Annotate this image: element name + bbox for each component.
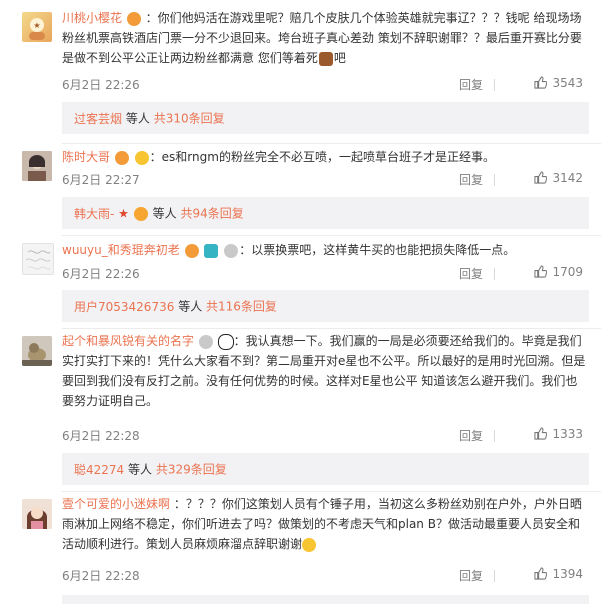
horse-emoji-icon [318, 51, 333, 66]
thumbs-up-icon [534, 265, 548, 278]
thumbs-up-icon [534, 76, 548, 89]
comment-time: 6月2日 22:26 [62, 78, 140, 92]
reply-count-link[interactable]: 共310条回复 [154, 112, 225, 126]
medal-icon [133, 206, 148, 221]
comment-meta: 6月2日 22:26 回复 1709 [62, 265, 583, 283]
comment-meta: 6月2日 22:27 回复 3142 [62, 171, 583, 189]
divider [494, 174, 495, 186]
camera-badge-icon [204, 243, 219, 258]
avatar[interactable]: ★ [22, 12, 52, 42]
comment-time: 6月2日 22:28 [62, 429, 140, 443]
comment-time: 6月2日 22:27 [62, 173, 140, 187]
like-button[interactable]: 1333 [534, 427, 583, 441]
comment-body: 壹个可爱的小迷妹啊 ：？？？你们这策划人员有个锤子用，当初这么多粉丝劝别在户外，… [62, 494, 587, 554]
panda-emoji-icon [217, 333, 234, 350]
avatar[interactable] [22, 243, 54, 275]
reply-mid: 等人 [178, 299, 203, 314]
thumbs-up-icon [534, 567, 548, 580]
reply-count-link[interactable]: 共329条回复 [156, 463, 227, 477]
avatar[interactable] [22, 151, 52, 181]
reply-count-link[interactable]: 共94条回复 [180, 207, 243, 221]
vip-badge-icon [114, 150, 129, 165]
medal-icon [134, 150, 149, 165]
comment-time: 6月2日 22:28 [62, 569, 140, 583]
comment-author[interactable]: 陈时大哥 [62, 150, 110, 164]
reply-summary [62, 595, 589, 604]
reply-mid: 等人 [152, 206, 177, 221]
avatar[interactable] [22, 499, 52, 529]
reply-button[interactable]: 回复 [459, 171, 483, 188]
grin-emoji-icon [302, 537, 317, 552]
reply-summary[interactable]: 用户7053426736 等人 共116条回复 [62, 290, 589, 322]
comment-text-tail: 吧 [333, 51, 346, 65]
comment-feed: ★ 川桃小樱花 ：你们他妈活在游戏里呢？赔几个皮肤几个体验英雄就完事辽？？？钱呢… [0, 0, 601, 604]
like-count: 3543 [552, 76, 583, 90]
vip-badge-icon [184, 243, 199, 258]
thumbs-up-icon [534, 171, 548, 184]
like-button[interactable]: 1394 [534, 567, 583, 581]
reply-button[interactable]: 回复 [459, 265, 483, 282]
comment-divider [62, 235, 601, 236]
like-count: 3142 [552, 171, 583, 185]
star-badge-icon: ★ [118, 206, 129, 221]
reply-count-link[interactable]: 共116条回复 [206, 300, 277, 314]
comment-body: 起个和暴风锐有关的名字 ：我认真想一下。我们赢的一局是必须要还给我们的。毕竟是我… [62, 331, 587, 411]
thumbs-up-icon [534, 427, 548, 440]
comment-body: wuuyu_和秀琨奔初老 ：以票换票吧，这样黄牛买的也能把损失降低一点。 [62, 240, 587, 260]
comment-author[interactable]: 壹个可爱的小迷妹啊 [62, 497, 170, 511]
reply-summary[interactable]: 韩大雨- ★ 等人 共94条回复 [62, 197, 589, 229]
divider [494, 79, 495, 91]
svg-text:★: ★ [33, 21, 40, 30]
reply-button[interactable]: 回复 [459, 567, 483, 584]
reply-button[interactable]: 回复 [459, 427, 483, 444]
like-count: 1394 [552, 567, 583, 581]
like-button[interactable]: 1709 [534, 265, 583, 279]
avatar[interactable] [22, 336, 52, 366]
reply-summary[interactable]: 聪42274 等人 共329条回复 [62, 453, 589, 485]
like-button[interactable]: 3543 [534, 76, 583, 90]
comment-meta: 6月2日 22:26 回复 3543 [62, 76, 583, 94]
comment-divider [62, 328, 601, 329]
comment-author[interactable]: 起个和暴风锐有关的名字 [62, 334, 194, 348]
comment-text: ：es和rngm的粉丝完全不必互喷，一起喷草台班子才是正经事。 [149, 150, 495, 164]
comment-time: 6月2日 22:26 [62, 267, 140, 281]
comment-divider [62, 491, 601, 492]
comment-body: 陈时大哥 ：es和rngm的粉丝完全不必互喷，一起喷草台班子才是正经事。 [62, 147, 587, 167]
reply-author[interactable]: 过客芸烟 [74, 112, 122, 126]
reply-author[interactable]: 聪42274 [74, 463, 124, 477]
like-button[interactable]: 3142 [534, 171, 583, 185]
comment-meta: 6月2日 22:28 回复 1333 [62, 427, 583, 445]
vip-badge-icon [126, 11, 141, 26]
like-count: 1333 [552, 427, 583, 441]
comment-author[interactable]: 川桃小樱花 [62, 11, 122, 25]
reply-author[interactable]: 用户7053426736 [74, 300, 174, 314]
divider [494, 430, 495, 442]
reply-author[interactable]: 韩大雨- [74, 207, 114, 221]
divider [494, 268, 495, 280]
comment-body: 川桃小樱花 ：你们他妈活在游戏里呢？赔几个皮肤几个体验英雄就完事辽？？？钱呢 给… [62, 8, 587, 68]
comment-meta: 6月2日 22:28 回复 1394 [62, 567, 583, 585]
comment-author[interactable]: wuuyu_和秀琨奔初老 [62, 243, 180, 257]
comment-divider [62, 143, 601, 144]
medal-icon [224, 243, 239, 258]
like-count: 1709 [552, 265, 583, 279]
reply-mid: 等人 [125, 111, 150, 126]
reply-summary[interactable]: 过客芸烟 等人 共310条回复 [62, 102, 589, 134]
comment-text: ：以票换票吧，这样黄牛买的也能把损失降低一点。 [239, 243, 516, 257]
reply-mid: 等人 [128, 462, 153, 477]
divider [494, 570, 495, 582]
medal-icon [198, 334, 213, 349]
reply-button[interactable]: 回复 [459, 76, 483, 93]
